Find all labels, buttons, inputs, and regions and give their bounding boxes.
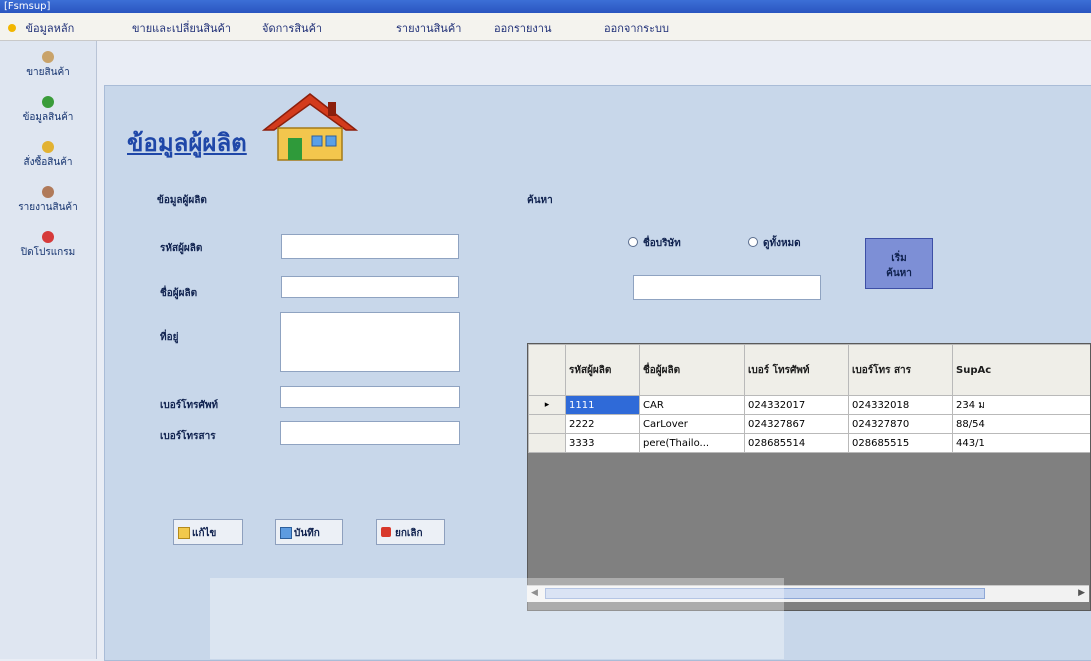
table-row[interactable]: 2222 CarLover 024327867 024327870 88/54 [529,415,1091,434]
menu-item-sales[interactable]: ขายและเปลี่ยนสินค้า [132,19,231,37]
sidebar: ขายสินค้า ข้อมูลสินค้า สั่งซื้อสินค้า รา… [0,41,97,659]
column-header[interactable]: ชื่อผู้ผลิต [640,345,745,396]
cell-fax[interactable]: 028685515 [849,434,953,453]
sidebar-item-reports[interactable]: รายงานสินค้า [0,186,96,215]
cell-address[interactable]: 234 ม [953,396,1091,415]
supplier-grid[interactable]: รหัสผู้ผลิต ชื่อผู้ผลิต เบอร์ โทรศัพท์ เ… [527,343,1091,611]
menu-item-print-report[interactable]: ออกรายงาน [494,19,551,37]
row-header-corner [529,345,566,396]
phone-input[interactable] [280,386,460,408]
sidebar-item-orders[interactable]: สั่งซื้อสินค้า [0,141,96,170]
close-icon [42,231,54,243]
row-marker: ▸ [529,396,566,415]
cart-icon [42,51,54,63]
radio-company-name[interactable]: ชื่อบริษัท [628,236,681,251]
cell-address[interactable]: 88/54 [953,415,1091,434]
search-input[interactable] [633,275,821,300]
page-title: ข้อมูลผู้ผลิต [127,123,247,162]
radio-dot [628,237,638,247]
start-search-button[interactable]: เริ่ม ค้นหา [865,238,933,289]
radio-show-all[interactable]: ดูทั้งหมด [748,236,801,251]
cell-phone[interactable]: 024332017 [745,396,849,415]
menu-item-logout[interactable]: ออกจากระบบ [604,19,669,37]
cancel-icon [381,527,391,537]
cell-id[interactable]: 2222 [566,415,640,434]
window-titlebar: [Fsmsup] [0,0,1091,13]
address-field[interactable] [280,312,460,372]
table-row[interactable]: ▸ 1111 CAR 024332017 024332018 234 ม [529,396,1091,415]
menu-item-product-report[interactable]: รายงานสินค้า [396,19,461,37]
box-icon [42,96,54,108]
supplier-id-input[interactable] [281,234,459,259]
column-header[interactable]: เบอร์ โทรศัพท์ [745,345,849,396]
cell-fax[interactable]: 024332018 [849,396,953,415]
form-group-label: ข้อมูลผู้ผลิต [157,193,207,208]
cell-phone[interactable]: 028685514 [745,434,849,453]
table-row[interactable]: 3333 pere(Thailo... 028685514 028685515 … [529,434,1091,453]
report-icon [42,186,54,198]
fax-label: เบอร์โทรสาร [160,429,216,444]
row-marker [529,415,566,434]
menu-item-manage-products[interactable]: จัดการสินค้า [262,19,322,37]
search-group-label: ค้นหา [527,193,553,208]
cell-fax[interactable]: 024327870 [849,415,953,434]
table-header-row: รหัสผู้ผลิต ชื่อผู้ผลิต เบอร์ โทรศัพท์ เ… [529,345,1091,396]
watermark-seal [210,578,784,659]
cell-address[interactable]: 443/1 [953,434,1091,453]
cell-name[interactable]: pere(Thailo... [640,434,745,453]
column-header[interactable]: เบอร์โทร สาร [849,345,953,396]
scroll-right-arrow-icon[interactable]: ▶ [1078,588,1085,598]
row-marker [529,434,566,453]
disk-icon [280,527,292,539]
sidebar-item-products[interactable]: ข้อมูลสินค้า [0,96,96,125]
order-icon [42,141,54,153]
sidebar-item-close-program[interactable]: ปิดโปรแกรม [0,231,96,260]
house-icon [262,92,358,162]
radio-dot [748,237,758,247]
cell-id[interactable]: 3333 [566,434,640,453]
supplier-table: รหัสผู้ผลิต ชื่อผู้ผลิต เบอร์ โทรศัพท์ เ… [528,344,1091,453]
column-header[interactable]: รหัสผู้ผลิต [566,345,640,396]
save-button[interactable]: บันทึก [275,519,343,545]
supplier-id-label: รหัสผู้ผลิต [160,241,202,256]
menu-item-master-data[interactable]: ข้อมูลหลัก [8,19,74,37]
lightbulb-icon [8,24,16,32]
cell-phone[interactable]: 024327867 [745,415,849,434]
column-header[interactable]: SupAc [953,345,1091,396]
fax-input[interactable] [280,421,460,445]
supplier-name-input[interactable] [281,276,459,298]
menu-bar: ข้อมูลหลัก ขายและเปลี่ยนสินค้า จัดการสิน… [0,13,1091,41]
sidebar-item-sell[interactable]: ขายสินค้า [0,51,96,80]
address-label: ที่อยู่ [160,330,178,345]
cell-name[interactable]: CarLover [640,415,745,434]
window-title: [Fsmsup] [4,1,50,12]
cell-name[interactable]: CAR [640,396,745,415]
edit-button[interactable]: แก้ไข [173,519,243,545]
cell-id[interactable]: 1111 [566,396,640,415]
folder-icon [178,527,190,539]
supplier-name-label: ชื่อผู้ผลิต [160,286,197,301]
phone-label: เบอร์โทรศัพท์ [160,398,218,413]
cancel-button[interactable]: ยกเลิก [376,519,445,545]
